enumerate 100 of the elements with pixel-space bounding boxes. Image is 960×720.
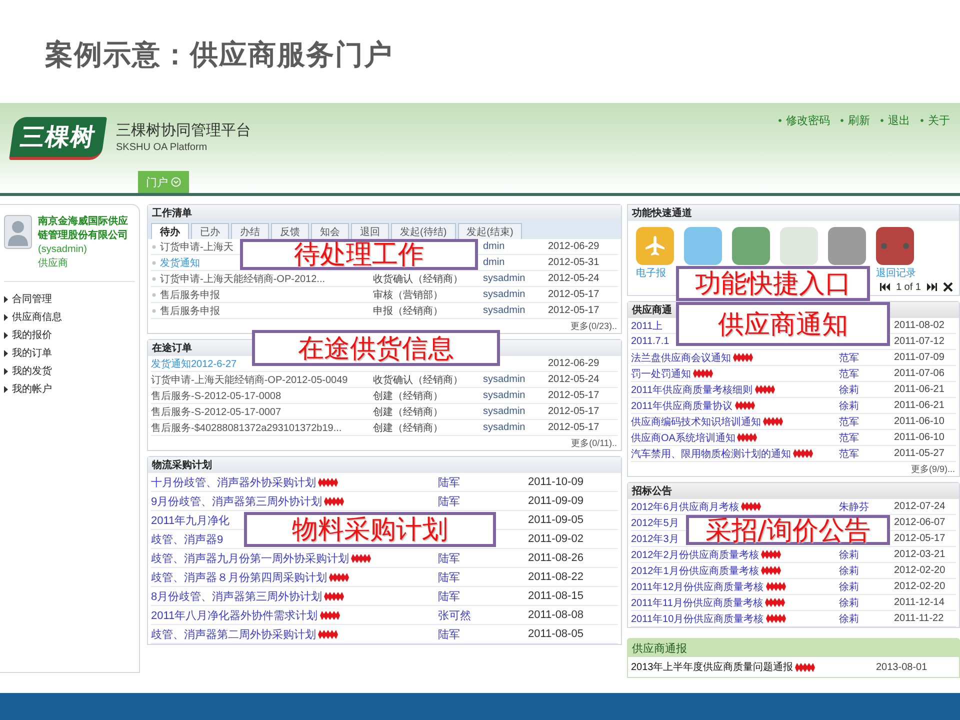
list-link[interactable]: 8月份歧管、消声器第三周外协计划 — [151, 588, 322, 604]
table-cell-text: sysadmin — [483, 289, 526, 300]
row-title: 售后服务-S-2012-05-17-0008 — [151, 390, 282, 402]
list-link[interactable]: 歧管、消声器第二周外协采购计划 — [151, 626, 316, 642]
table-cell-text: 陆军 — [438, 590, 461, 604]
list-link[interactable]: 2011上 — [631, 318, 663, 332]
menu-item[interactable]: 供应商信息 — [4, 308, 135, 326]
list-link[interactable]: 2012年6月供应商月考核 — [631, 500, 739, 514]
table-cell-text: 创建（经销商） — [373, 390, 444, 402]
list-link[interactable]: 2012年3月 — [631, 532, 679, 546]
table-cell-text: 陆军 — [438, 570, 461, 584]
callout: 在途供货信息 — [252, 330, 500, 366]
callout: 物料采购计划 — [244, 512, 496, 547]
list-link[interactable]: 2011.7.1 — [631, 336, 670, 347]
panel-title: 招标公告 — [632, 484, 672, 498]
panel-title: 供应商通报 — [632, 642, 687, 656]
panel-title: 功能快速通道 — [632, 206, 692, 220]
table-cell-text: 收货确认（经销商） — [373, 374, 464, 386]
panel-title: 物流采购计划 — [152, 458, 212, 472]
tab[interactable]: 知会 — [311, 223, 349, 239]
app-tile-icon[interactable] — [684, 227, 722, 265]
header-link[interactable]: 修改密码 — [778, 113, 830, 128]
row-title: 售后服务-$40288081372a293101372b19... — [151, 422, 342, 434]
company-name: 南京金海威国际供应链管理股份有限公司 — [38, 215, 129, 243]
table-cell-text: 2012-05-17 — [894, 533, 946, 544]
table-cell-text: 陆军 — [438, 628, 461, 642]
table-cell-text: dmin — [483, 257, 506, 268]
table-cell-text: 2012-07-24 — [894, 501, 946, 512]
list-link[interactable]: 2011年九月净化 — [151, 512, 230, 528]
list-link[interactable]: 十月份歧管、消声器外协采购计划 — [151, 474, 316, 490]
menu-item[interactable]: 我的订单 — [4, 344, 135, 362]
more-link[interactable]: 更多(0/11).. — [571, 436, 617, 450]
callout: 功能快捷入口 — [676, 266, 870, 301]
app-tile-icon[interactable] — [828, 227, 866, 265]
table-cell-text: 2012-02-20 — [894, 565, 946, 576]
table-cell-text: sysadmin — [483, 374, 526, 385]
table-cell-text: sysadmin — [483, 406, 526, 417]
chevron-down-icon — [171, 177, 181, 187]
table-cell-text: 2012-05-24 — [548, 374, 600, 385]
list-link[interactable]: 2011年10月份供应商质量考核 — [631, 612, 764, 626]
callout: 采招/询价公告 — [686, 515, 890, 545]
list-link[interactable]: 2012年1月份供应商质量考核 — [631, 564, 759, 578]
menu-item[interactable]: 我的帐户 — [4, 380, 135, 398]
callout: 供应商通知 — [676, 302, 890, 346]
table-cell-text: 2011-06-10 — [894, 432, 946, 443]
list-link[interactable]: 供应商OA系统培训通知 — [631, 430, 736, 444]
menu-item[interactable]: 我的发货 — [4, 362, 135, 380]
table-cell-text: 2012-06-29 — [548, 241, 600, 252]
table-cell-text: 申报（经销商） — [373, 304, 444, 318]
menu-item[interactable]: 我的报价 — [4, 326, 135, 344]
table-cell-text: 2012-06-29 — [548, 358, 600, 369]
list-link[interactable]: 歧管、消声器８月份第四周采购计划 — [151, 570, 327, 584]
list-link[interactable]: 歧管、消声器9 — [151, 532, 224, 546]
table-cell-text: 2011-08-05 — [528, 628, 584, 640]
row-title: 订货申请-上海天 — [151, 240, 234, 254]
menu-item[interactable]: 合同管理 — [4, 290, 135, 308]
table-cell-text: 2012-05-17 — [548, 305, 600, 316]
app-tile-icon[interactable] — [780, 227, 818, 265]
header-link[interactable]: 刷新 — [840, 113, 870, 128]
tab[interactable]: 反馈 — [271, 223, 309, 239]
skip-forward-icon[interactable] — [927, 283, 937, 291]
header-link[interactable]: 退出 — [880, 113, 910, 128]
table-cell-text: 2012-05-17 — [548, 289, 600, 300]
list-link[interactable]: 2011年供应商质量协议 — [631, 398, 733, 412]
table-cell-text: 2011-08-22 — [528, 571, 584, 583]
tab[interactable]: 办结 — [231, 223, 269, 239]
list-link[interactable]: 供应商编码技术知识培训通知 — [631, 414, 761, 428]
more-link[interactable]: 更多(9/9)... — [910, 462, 955, 476]
list-link[interactable]: 9月份歧管、消声器第三周外协计划 — [151, 494, 322, 508]
list-link[interactable]: 2011年供应商质量考核细则 — [631, 382, 753, 396]
panel-title: 供应商通 — [632, 303, 672, 317]
tab[interactable]: 待办 — [151, 223, 189, 239]
app-tile-icon[interactable] — [732, 227, 770, 265]
list-link[interactable]: 2011年12月份供应商质量考核 — [631, 580, 764, 594]
list-link[interactable]: 2012年5月 — [631, 516, 679, 530]
list-link[interactable]: 歧管、消声器九月份第一周外协采购计划 — [151, 550, 349, 566]
table-cell-text: 徐莉 — [839, 612, 860, 626]
tab[interactable]: 已办 — [191, 223, 229, 239]
skip-back-icon[interactable] — [880, 283, 890, 291]
more-link[interactable]: 更多(0/23).. — [570, 320, 617, 332]
list-link[interactable]: 法兰盘供应商会议通知 — [631, 350, 731, 364]
table-cell-text: sysadmin — [483, 305, 526, 316]
caret-icon — [4, 314, 8, 320]
list-link[interactable]: 2012年2月份供应商质量考核 — [631, 548, 759, 562]
list-link[interactable]: 2011年11月份供应商质量考核 — [631, 596, 763, 610]
caret-icon — [4, 386, 8, 392]
table-cell-text: 2011-08-15 — [528, 590, 584, 602]
header-link[interactable]: 关于 — [920, 113, 950, 128]
slide-title: 案例示意：供应商服务门户 — [45, 37, 393, 73]
row-title: 订货申请-上海天能经销商-OP-2012-05-0049 — [151, 374, 348, 386]
tab[interactable]: 发起(结束) — [458, 223, 522, 239]
table-cell-text: 陆军 — [438, 552, 461, 566]
list-link[interactable]: 2011年八月净化器外协件需求计划 — [151, 608, 318, 622]
table-cell-text: 创建（经销商） — [373, 406, 444, 418]
table-cell-text: 收货确认（经销商） — [373, 272, 464, 286]
tab[interactable]: 发起(待结) — [391, 223, 456, 239]
tab[interactable]: 退回 — [351, 223, 389, 239]
list-link[interactable]: 汽车禁用、限用物质检测计划的通知 — [631, 446, 791, 460]
table-cell-text: 范军 — [839, 432, 860, 444]
list-link[interactable]: 罚一处罚通知 — [631, 366, 691, 380]
